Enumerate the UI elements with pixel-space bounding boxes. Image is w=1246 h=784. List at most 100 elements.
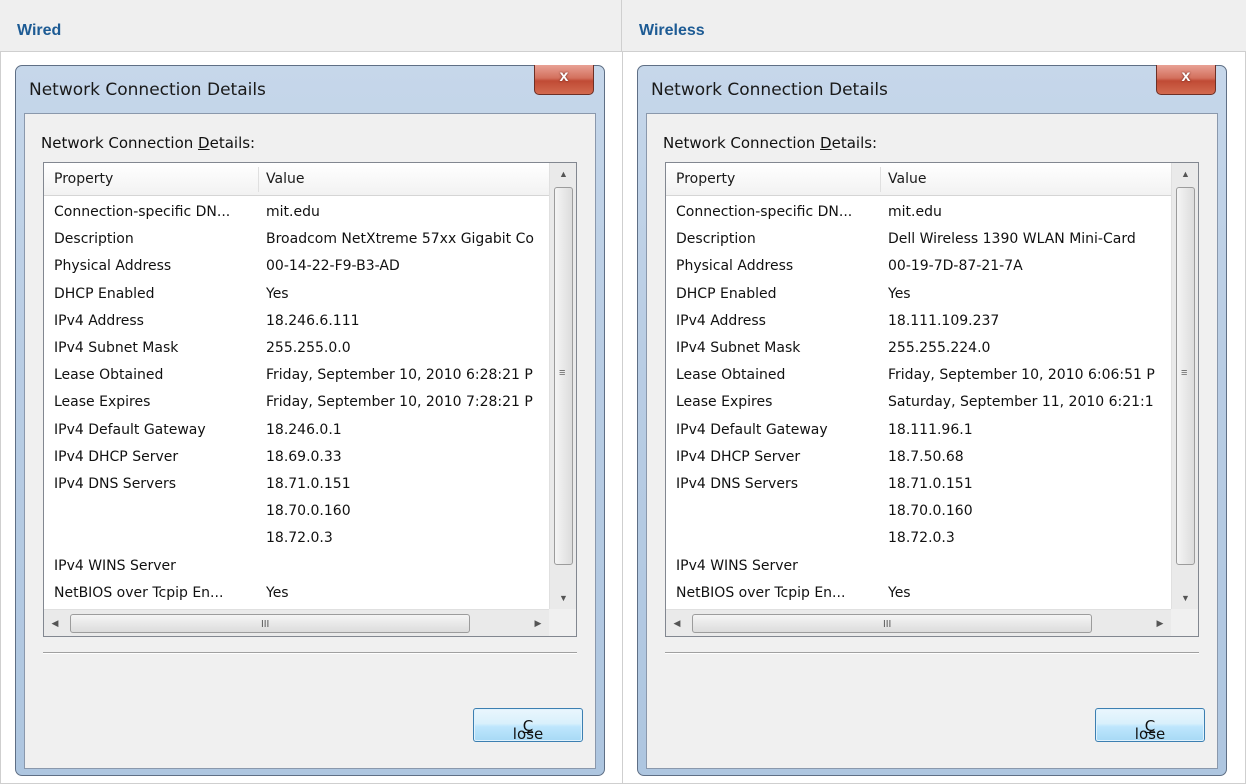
dialog-title: Network Connection Details [651,80,888,100]
value-cell: 18.111.96.1 [888,421,973,438]
horizontal-scrollbar[interactable]: ◀ III ▶ [666,609,1171,636]
list-item[interactable]: 18.72.0.3 [666,525,1171,552]
value-cell: mit.edu [266,204,320,220]
list-item[interactable]: IPv4 DHCP Server 18.69.0.33 [44,444,549,471]
list-item[interactable]: IPv4 Default Gateway 18.246.0.1 [44,417,549,444]
dialog-client-area: Network Connection Details: Property Val… [24,113,596,769]
vertical-scroll-thumb[interactable]: ≡ [554,187,573,565]
scroll-left-arrow-icon[interactable]: ◀ [666,610,688,636]
list-item[interactable]: Physical Address 00-14-22-F9-B3-AD [44,253,549,280]
list-item[interactable]: IPv4 Subnet Mask 255.255.0.0 [44,335,549,362]
value-cell: Broadcom NetXtreme 57xx Gigabit Co [266,231,534,248]
property-cell: IPv4 DNS Servers [54,476,177,492]
value-cell: 18.7.50.68 [888,448,964,465]
list-item[interactable]: NetBIOS over Tcpip En... Yes [44,580,549,607]
list-item[interactable]: Lease Expires Saturday, September 11, 201… [666,389,1171,416]
property-cell: Description [676,231,756,248]
list-item[interactable]: Lease Expires Friday, September 10, 2010 … [44,389,549,416]
property-cell: Lease Expires [676,394,773,411]
vertical-scroll-thumb[interactable]: ≡ [1176,187,1195,565]
scroll-right-arrow-icon[interactable]: ▶ [1149,610,1171,636]
value-cell: 18.72.0.3 [888,530,955,547]
property-cell: Physical Address [676,258,794,275]
details-label: Network Connection Details: [663,134,878,152]
value-cell: 00-19-7D-87-21-7A [888,258,1023,275]
value-cell: 255.255.0.0 [266,340,351,356]
close-icon: x [1181,68,1191,85]
separator [665,652,1199,654]
value-cell: 00-14-22-F9-B3-AD [266,258,400,275]
value-cell: Yes [888,584,911,601]
list-item[interactable]: IPv4 Address 18.246.6.111 [44,308,549,335]
property-cell: NetBIOS over Tcpip En... [54,584,224,601]
separator [43,652,577,654]
horizontal-scrollbar[interactable]: ◀ III ▶ [44,609,549,636]
list-item[interactable]: 18.72.0.3 [44,525,549,552]
value-cell: 18.246.6.111 [266,312,360,329]
list-item[interactable]: Lease Obtained Friday, September 10, 2010… [44,362,549,389]
value-cell: Yes [266,285,289,302]
value-cell: 255.255.224.0 [888,340,991,356]
dialog-wired: Network Connection Details x Network Con… [15,65,605,776]
title-close-button[interactable]: x [1156,65,1216,95]
close-button[interactable]: Close [473,708,583,743]
value-cell: Friday, September 10, 2010 6:28:21 P [266,367,533,384]
column-header-value[interactable]: Value [266,171,304,187]
property-cell: IPv4 DHCP Server [676,448,801,465]
list-item[interactable]: IPv4 DNS Servers 18.71.0.151 [44,471,549,498]
scroll-up-arrow-icon[interactable]: ▲ [550,163,576,185]
dialog-title: Network Connection Details [29,80,266,100]
scroll-down-arrow-icon[interactable]: ▼ [1172,587,1198,609]
list-item[interactable]: 18.70.0.160 [44,498,549,525]
close-button[interactable]: Close [1095,708,1205,743]
property-cell: Connection-specific DN... [676,204,853,220]
title-close-button[interactable]: x [534,65,594,95]
list-item[interactable]: Description Dell Wireless 1390 WLAN Mini-… [666,226,1171,253]
column-header-property[interactable]: Property [676,171,735,187]
column-divider [622,52,623,784]
property-cell: IPv4 Default Gateway [54,421,206,438]
list-item[interactable]: DHCP Enabled Yes [44,281,549,308]
list-item[interactable]: Description Broadcom NetXtreme 57xx Gigab… [44,226,549,253]
value-cell: 18.246.0.1 [266,421,342,438]
list-item[interactable]: Lease Obtained Friday, September 10, 2010… [666,362,1171,389]
horizontal-scroll-thumb[interactable]: III [692,614,1092,633]
property-cell: DHCP Enabled [54,285,155,302]
vertical-scrollbar[interactable]: ▲ ≡ ▼ [1171,163,1198,609]
list-item[interactable]: IPv4 Subnet Mask 255.255.224.0 [666,335,1171,362]
horizontal-scroll-thumb[interactable]: III [70,614,470,633]
scroll-right-arrow-icon[interactable]: ▶ [527,610,549,636]
scroll-down-arrow-icon[interactable]: ▼ [550,587,576,609]
scroll-left-arrow-icon[interactable]: ◀ [44,610,66,636]
header-wireless-label: Wireless [639,22,705,39]
column-header-value[interactable]: Value [888,171,926,187]
scroll-up-arrow-icon[interactable]: ▲ [1172,163,1198,185]
details-listview[interactable]: Property Value Connection-specific DN...… [665,162,1199,637]
vertical-scrollbar[interactable]: ▲ ≡ ▼ [549,163,576,609]
property-cell: IPv4 WINS Server [54,557,176,574]
list-item[interactable]: DHCP Enabled Yes [666,281,1171,308]
header-wired-label: Wired [17,22,62,39]
property-cell: IPv4 Subnet Mask [676,340,801,356]
list-item[interactable]: IPv4 WINS Server [666,553,1171,580]
list-item[interactable]: Connection-specific DN... mit.edu [666,199,1171,226]
list-item[interactable]: IPv4 Address 18.111.109.237 [666,308,1171,335]
property-cell: IPv4 Default Gateway [676,421,828,438]
column-header-property[interactable]: Property [54,171,113,187]
value-cell: mit.edu [888,204,942,220]
list-item[interactable]: IPv4 DHCP Server 18.7.50.68 [666,444,1171,471]
property-cell: IPv4 DHCP Server [54,448,179,465]
value-cell: 18.71.0.151 [266,476,351,492]
list-item[interactable]: IPv4 Default Gateway 18.111.96.1 [666,417,1171,444]
list-item[interactable]: Connection-specific DN... mit.edu [44,199,549,226]
value-cell: 18.69.0.33 [266,448,342,465]
value-cell: Friday, September 10, 2010 7:28:21 P [266,394,533,411]
list-item[interactable]: IPv4 WINS Server [44,553,549,580]
value-cell: Friday, September 10, 2010 6:06:51 P [888,367,1155,384]
list-item[interactable]: IPv4 DNS Servers 18.71.0.151 [666,471,1171,498]
details-listview[interactable]: Property Value Connection-specific DN...… [43,162,577,637]
dialog-wireless: Network Connection Details x Network Con… [637,65,1227,776]
list-item[interactable]: Physical Address 00-19-7D-87-21-7A [666,253,1171,280]
list-item[interactable]: 18.70.0.160 [666,498,1171,525]
list-item[interactable]: NetBIOS over Tcpip En... Yes [666,580,1171,607]
